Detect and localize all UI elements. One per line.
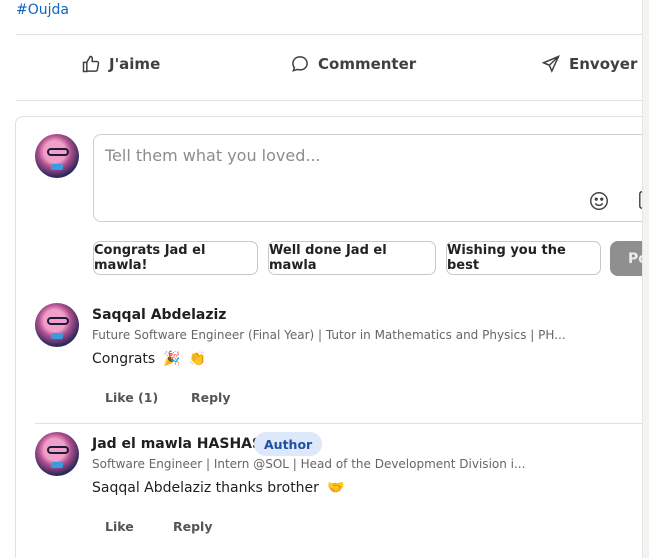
glasses-decoration [47,148,69,156]
comment-text: Saqqal Abdelaziz thanks brother 🤝 [92,480,344,496]
comment-divider [35,423,642,424]
social-actions-bar: J'aime Commenter Envoyer [0,54,642,84]
divider [16,34,642,35]
like-label: J'aime [109,55,161,73]
comment-body: Saqqal Abdelaziz thanks brother [92,480,319,496]
party-popper-icon: 🎉 [163,351,181,367]
handshake-icon: 🤝 [326,480,345,496]
like-button[interactable]: J'aime [81,54,160,74]
comment-reply-button[interactable]: Reply [191,390,230,405]
comment-bubble-icon [292,56,308,72]
comment-button[interactable]: Commenter [290,54,416,74]
avatar[interactable] [35,432,79,476]
clapping-hands-icon: 👏 [188,351,207,367]
glasses-decoration [47,446,69,454]
commenter-name[interactable]: Saqqal Abdelaziz [92,307,226,323]
suggestion-chip[interactable]: Well done Jad el mawla [268,241,436,275]
bowtie-decoration [51,333,63,339]
avatar[interactable] [35,303,79,347]
comment-like-button[interactable]: Like [105,519,134,534]
comment-composer [93,134,643,222]
comments-section: Congrats Jad el mawla! Well done Jad el … [15,116,642,558]
send-label: Envoyer [569,55,638,73]
bowtie-decoration [51,164,63,170]
hashtag-link[interactable]: #Oujda [16,2,69,18]
glasses-decoration [47,317,69,325]
comment-label: Commenter [318,55,417,73]
suggestion-chip[interactable]: Wishing you the best [446,241,601,275]
divider [16,100,642,101]
send-button[interactable]: Envoyer [541,54,637,74]
post-comment-button[interactable]: Post [610,241,642,276]
emoji-icon[interactable] [588,190,610,212]
author-badge: Author [254,432,323,456]
bowtie-decoration [51,462,63,468]
comment-body: Congrats [92,351,156,367]
thumbs-up-icon [82,55,100,73]
commenter-name[interactable]: Jad el mawla HASHAS [92,436,262,452]
commenter-headline: Software Engineer | Intern @SOL | Head o… [92,457,526,471]
comment-like-button[interactable]: Like (1) [105,390,158,405]
comment-input[interactable] [103,144,627,178]
post-card: #Oujda J'aime Commenter Envoyer Tell the… [0,0,643,558]
comment-reply-button[interactable]: Reply [173,519,212,534]
comment-text: Congrats 🎉 👏 [92,351,206,367]
suggestion-chip[interactable]: Congrats Jad el mawla! [93,241,258,275]
commenter-headline: Future Software Engineer (Final Year) | … [92,328,566,342]
image-icon[interactable] [638,190,643,210]
send-icon [541,55,560,73]
avatar[interactable] [35,134,79,178]
